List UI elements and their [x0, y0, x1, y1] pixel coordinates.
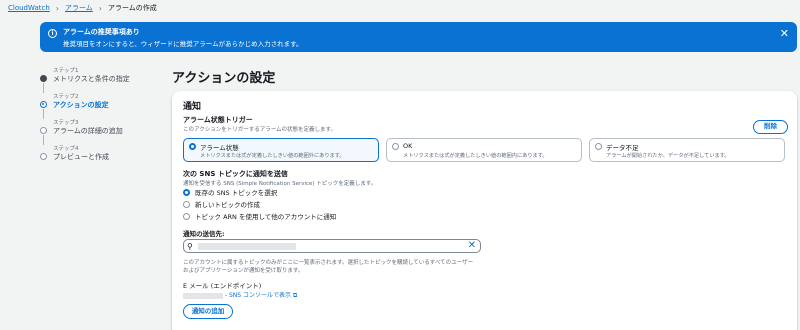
page-title: アクションの設定 [172, 71, 276, 86]
tile-title: OK [403, 142, 413, 150]
info-icon: i [48, 29, 57, 38]
step-label: ステップ3 [53, 120, 79, 126]
option-label: 既存の SNS トピックを選択 [195, 189, 278, 197]
tile-alarm-state[interactable]: アラーム状態 メトリクスまたは式が定義したしきい値の範囲外にあります。 [183, 138, 379, 162]
redacted-email [183, 292, 223, 299]
banner-message: 推奨項目をオンにすると、ウィザードに推奨アラームがあらかじめ入力されます。 [63, 40, 303, 48]
option-label: 新しいトピックの作成 [195, 201, 260, 209]
step-text: アラームの詳細の追加 [53, 127, 123, 135]
banner-title: アラームの推奨事項あり [63, 28, 140, 36]
redacted-topic-value [198, 243, 296, 250]
tile-desc: メトリクスまたは式が定義したしきい値の範囲外にあります。 [200, 153, 345, 159]
radio-selected [189, 143, 196, 150]
breadcrumb-alarms[interactable]: アラーム [65, 3, 93, 13]
option-topic-arn[interactable]: トピック ARN を使用して他のアカウントに通知 [183, 211, 336, 221]
sns-console-link[interactable]: - SNS コンソールで表示 [225, 292, 291, 299]
topic-search-input[interactable]: ⚲ ✕ [183, 239, 481, 253]
email-endpoint: - SNS コンソールで表示 ⧉ [183, 290, 297, 300]
step-text: プレビューと作成 [53, 153, 109, 161]
step-active-icon [40, 101, 47, 108]
sns-desc: 通知を受信する SNS (Simple Notification Service… [183, 181, 377, 187]
option-existing-topic[interactable]: 既存の SNS トピックを選択 [183, 187, 277, 197]
breadcrumb-current: アラームの作成 [108, 4, 157, 12]
chevron-right-icon: › [55, 3, 59, 13]
trigger-title: アラーム状態トリガー [183, 116, 253, 124]
breadcrumb: CloudWatch › アラーム › アラームの作成 [8, 3, 157, 13]
recommendation-banner: i アラームの推奨事項あり 推奨項目をオンにすると、ウィザードに推奨アラームがあ… [40, 22, 797, 52]
step-text: メトリクスと条件の指定 [53, 75, 130, 83]
panel-heading: 通知 [183, 102, 202, 112]
recipient-help-1: このアカウントに属するトピックのみがここに一覧表示されます。選択したトピックを購… [183, 260, 474, 266]
search-icon: ⚲ [187, 242, 193, 251]
step-done-icon [40, 75, 47, 82]
radio-unselected [183, 200, 190, 208]
step-label: ステップ2 [53, 94, 79, 100]
step-2[interactable]: ステップ2 アクションの設定 [38, 92, 168, 119]
add-notification-button[interactable]: 通知の追加 [183, 304, 233, 319]
tile-title: データ不足 [606, 144, 639, 152]
email-title: E メール (エンドポイント) [183, 282, 262, 290]
step-1[interactable]: ステップ1 メトリクスと条件の指定 [38, 66, 168, 93]
trigger-desc: このアクションをトリガーするアラームの状態を定義します。 [183, 127, 337, 133]
tile-desc: メトリクスまたは式が定義したしきい値の範囲内にあります。 [403, 153, 548, 159]
notification-panel: 通知 アラーム状態トリガー このアクションをトリガーするアラームの状態を定義しま… [172, 91, 797, 330]
tile-title: アラーム状態 [200, 144, 239, 152]
step-text: アクションの設定 [53, 101, 109, 109]
sns-title: 次の SNS トピックに通知を送信 [183, 170, 288, 178]
step-pending-icon [40, 153, 47, 160]
remove-button[interactable]: 削除 [753, 120, 788, 134]
external-link-icon: ⧉ [292, 292, 298, 299]
close-icon[interactable]: ✕ [780, 28, 789, 39]
option-label: トピック ARN を使用して他のアカウントに通知 [195, 213, 337, 221]
tile-insufficient-data[interactable]: データ不足 アラームが開始されたか、データが不足しています。 [589, 138, 785, 162]
chevron-right-icon: › [98, 3, 102, 13]
radio-unselected [183, 212, 190, 220]
recipient-title: 通知の送信先: [183, 230, 225, 238]
radio-unselected [595, 143, 602, 150]
tile-ok[interactable]: OK メトリクスまたは式が定義したしきい値の範囲内にあります。 [386, 138, 582, 162]
step-3: ステップ3 アラームの詳細の追加 [38, 118, 168, 145]
radio-selected [183, 188, 190, 196]
radio-unselected [392, 143, 399, 150]
tile-desc: アラームが開始されたか、データが不足しています。 [606, 153, 730, 159]
breadcrumb-cloudwatch[interactable]: CloudWatch [8, 4, 50, 12]
step-label: ステップ4 [53, 146, 79, 152]
step-label: ステップ1 [53, 68, 79, 74]
step-pending-icon [40, 127, 47, 134]
close-icon[interactable]: ✕ [468, 240, 476, 252]
step-4: ステップ4 プレビューと作成 [38, 144, 168, 170]
wizard-steps: ステップ1 メトリクスと条件の指定 ステップ2 アクションの設定 ステップ3 ア… [38, 66, 168, 170]
option-new-topic[interactable]: 新しいトピックの作成 [183, 199, 260, 209]
recipient-help-2: およびアプリケーションが通知を受け取ります。 [183, 268, 304, 274]
